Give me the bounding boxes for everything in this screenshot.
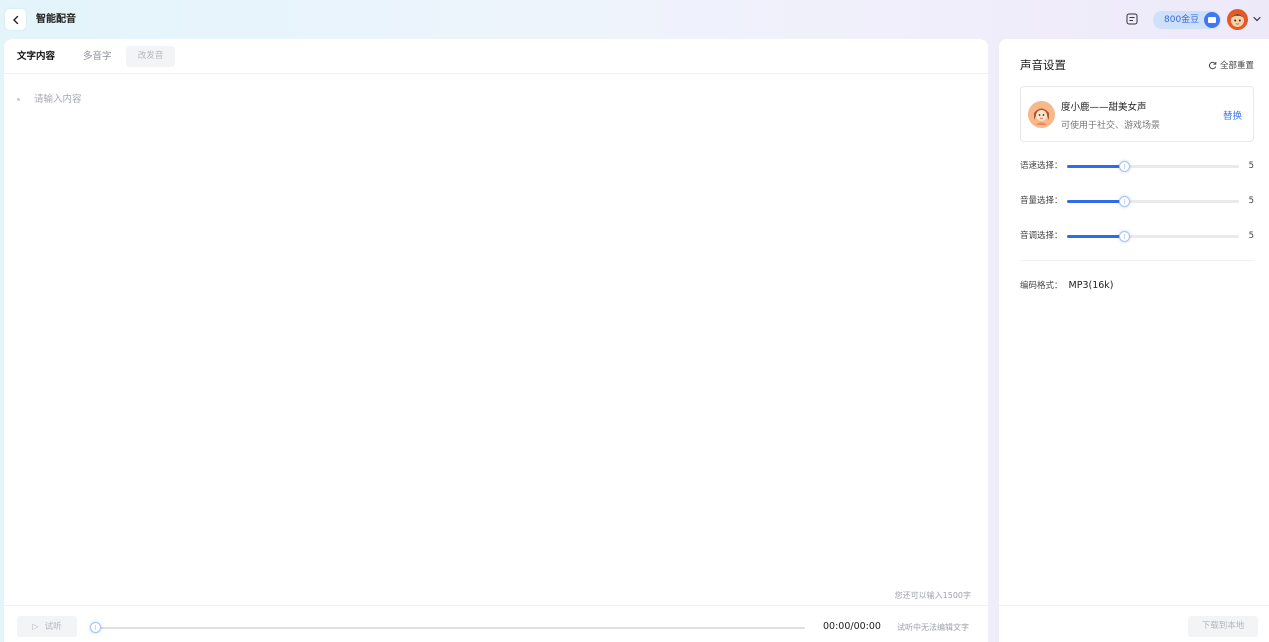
tab-change-pronunciation[interactable]: 改发音 [126,46,175,67]
remaining-characters: 您还可以输入1500字 [894,591,971,600]
preview-button[interactable]: ▷ 试听 [17,616,77,637]
text-input-area[interactable]: 请输入内容 [17,91,82,105]
beans-balance[interactable]: 800金豆 [1153,11,1222,29]
preview-label: 试听 [44,622,62,632]
text-editor-panel: 文字内容 多音字 改发音 请输入内容 您还可以输入1500字 ▷ 试听 00:00… [4,39,988,642]
speed-label: 语速选择： [1020,161,1063,171]
format-value: MP3(16k) [1068,280,1114,291]
voice-avatar-icon [1028,101,1055,128]
encoding-format: 编码格式： MP3(16k) [1020,279,1114,291]
coin-icon [1204,12,1221,28]
download-button[interactable]: 下载到本地 [1188,616,1258,637]
refresh-icon [1208,61,1217,69]
playback-progress[interactable] [90,622,805,633]
pitch-slider[interactable] [1067,231,1239,242]
page-title: 智能配音 [36,14,76,25]
speed-slider[interactable] [1067,161,1239,172]
beans-text: 800金豆 [1164,15,1200,25]
tab-polyphonic[interactable]: 多音字 [83,46,112,67]
pitch-slider-fill [1067,235,1124,238]
pitch-value: 5 [1248,231,1254,241]
top-bar: 智能配音 800金豆 [0,0,1269,39]
replace-voice-link[interactable]: 替换 [1223,108,1242,122]
pitch-label: 音调选择： [1020,231,1063,241]
voice-name: 度小鹿——甜美女声 [1061,102,1147,113]
format-label: 编码格式： [1020,281,1063,291]
preview-hint: 试听中无法编辑文字 [897,623,969,632]
user-avatar-icon[interactable] [1227,9,1248,30]
volume-label: 音量选择： [1020,196,1063,206]
speed-slider-handle[interactable] [1118,161,1130,172]
divider [1020,260,1254,261]
volume-slider-fill [1067,200,1124,203]
speed-value: 5 [1248,161,1254,171]
speed-slider-fill [1067,165,1124,168]
text-placeholder: 请输入内容 [34,94,82,105]
playback-time: 00:00/00:00 [823,621,881,632]
bullet-icon [17,98,20,101]
document-icon[interactable] [1126,13,1138,25]
selected-voice-card: 度小鹿——甜美女声 可使用于社交、游戏场景 替换 [1020,86,1254,142]
settings-title: 声音设置 [1020,58,1066,72]
pitch-slider-handle[interactable] [1118,231,1130,242]
speed-slider-row: 语速选择： 5 [1020,159,1254,173]
pitch-slider-row: 音调选择： 5 [1020,229,1254,243]
playback-bar: ▷ 试听 00:00/00:00 试听中无法编辑文字 [4,605,988,642]
chevron-left-icon [12,15,18,24]
back-button[interactable] [5,9,26,30]
volume-slider[interactable] [1067,196,1239,207]
voice-description: 可使用于社交、游戏场景 [1061,121,1161,131]
tab-text-content[interactable]: 文字内容 [17,46,55,67]
editor-tabs: 文字内容 多音字 改发音 [4,39,988,74]
volume-slider-handle[interactable] [1118,196,1130,207]
volume-slider-row: 音量选择： 5 [1020,194,1254,208]
reset-label: 全部重置 [1219,61,1254,71]
voice-settings-panel: 声音设置 全部重置 度小鹿——甜美女声 可使用于社交、游戏场景 替换 语速选择：… [999,39,1269,642]
play-icon: ▷ [32,622,39,631]
settings-footer: 下载到本地 [999,605,1269,642]
reset-all-button[interactable]: 全部重置 [1208,59,1254,71]
progress-handle[interactable] [90,622,101,633]
volume-value: 5 [1248,196,1254,206]
chevron-down-icon[interactable] [1252,14,1262,24]
